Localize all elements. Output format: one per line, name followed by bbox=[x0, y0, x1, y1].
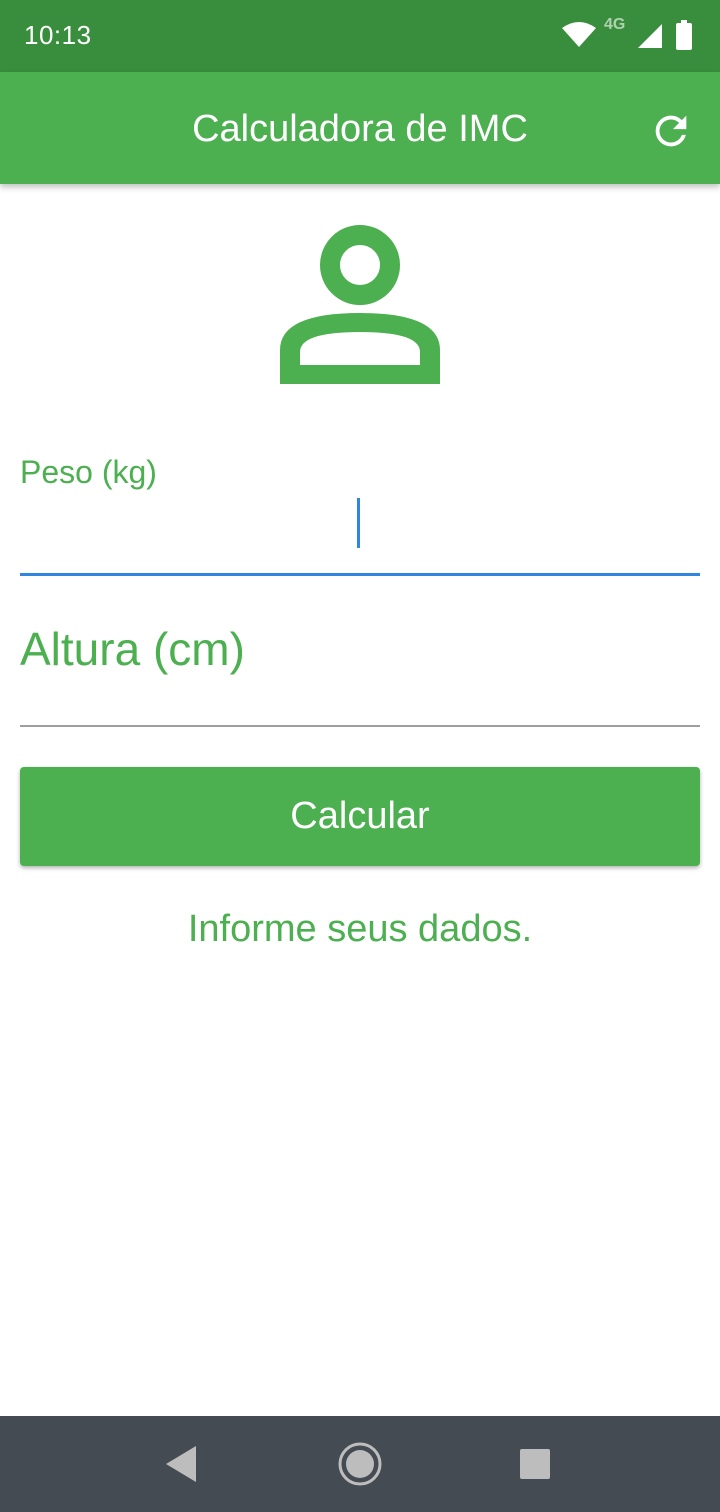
height-underline bbox=[20, 725, 700, 727]
navigation-bar bbox=[0, 1416, 720, 1512]
weight-field[interactable]: Peso (kg) bbox=[20, 440, 700, 580]
signal-icon bbox=[638, 24, 662, 48]
person-icon bbox=[280, 225, 440, 384]
weight-underline bbox=[20, 573, 700, 576]
weight-label: Peso (kg) bbox=[20, 454, 157, 490]
refresh-button[interactable] bbox=[648, 108, 694, 154]
wifi-icon bbox=[562, 22, 596, 47]
text-cursor bbox=[357, 498, 360, 548]
app-bar: Calculadora de IMC bbox=[0, 72, 720, 184]
height-field[interactable]: Altura (cm) bbox=[20, 600, 700, 730]
status-time: 10:13 bbox=[24, 20, 92, 50]
app-title: Calculadora de IMC bbox=[192, 108, 528, 150]
network-type-label: 4G bbox=[604, 16, 626, 33]
back-icon[interactable] bbox=[166, 1446, 196, 1482]
battery-icon bbox=[676, 20, 692, 50]
recents-icon[interactable] bbox=[520, 1449, 550, 1479]
calculate-button[interactable]: Calcular bbox=[20, 767, 700, 866]
info-text: Informe seus dados. bbox=[187, 908, 533, 950]
status-bar: 10:13 4G bbox=[0, 0, 720, 72]
refresh-icon bbox=[655, 115, 687, 147]
height-label: Altura (cm) bbox=[20, 623, 245, 675]
home-icon[interactable] bbox=[337, 1441, 383, 1487]
